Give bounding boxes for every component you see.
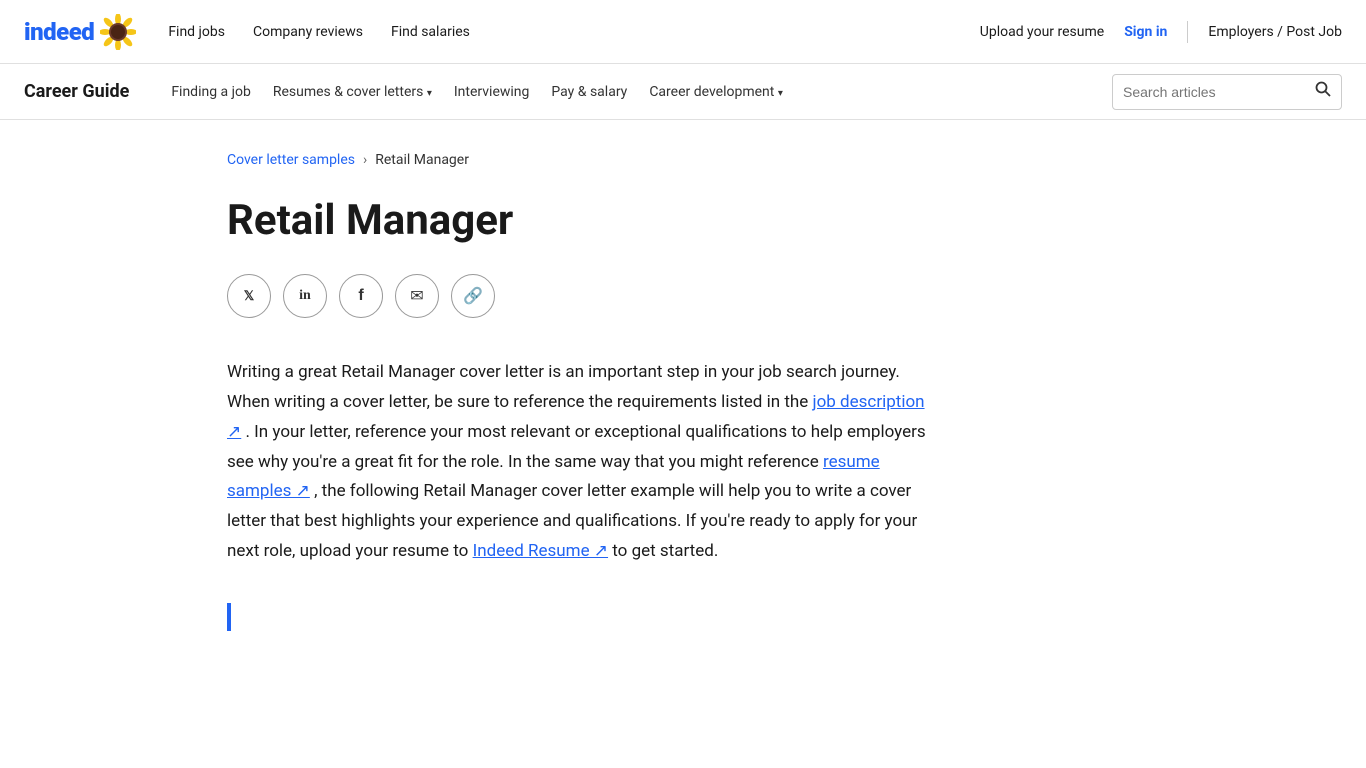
top-nav-right: Upload your resume Sign in Employers / P…	[980, 21, 1342, 43]
search-input[interactable]	[1123, 84, 1309, 100]
twitter-icon: 𝕏	[244, 288, 254, 304]
indeed-resume-link[interactable]: Indeed Resume ↗	[473, 541, 608, 561]
facebook-share-button[interactable]: f	[339, 274, 383, 318]
body-text-2: . In your letter, reference your most re…	[227, 422, 926, 472]
body-text-1: Writing a great Retail Manager cover let…	[227, 362, 900, 412]
resumes-dropdown-arrow: ▾	[427, 88, 432, 99]
copy-link-button[interactable]: 🔗	[451, 274, 495, 318]
search-box-wrapper	[1112, 74, 1342, 110]
link-icon: 🔗	[463, 286, 483, 306]
indeed-wordmark: indeed	[24, 18, 94, 46]
interviewing-link[interactable]: Interviewing	[444, 78, 540, 106]
nav-divider	[1187, 21, 1188, 43]
breadcrumb-parent-link[interactable]: Cover letter samples	[227, 152, 355, 168]
employers-link[interactable]: Employers / Post Job	[1208, 24, 1342, 40]
company-reviews-link[interactable]: Company reviews	[253, 24, 363, 40]
breadcrumb: Cover letter samples › Retail Manager	[227, 152, 1139, 168]
breadcrumb-current: Retail Manager	[375, 152, 469, 168]
section-heading-hint	[227, 603, 1139, 631]
logo-area: indeed	[24, 14, 136, 50]
article-title: Retail Manager	[227, 196, 1139, 246]
secondary-nav: Career Guide Finding a job Resumes & cov…	[0, 64, 1366, 120]
email-share-button[interactable]: ✉	[395, 274, 439, 318]
facebook-icon: f	[358, 287, 363, 305]
article-paragraph-1: Writing a great Retail Manager cover let…	[227, 358, 927, 566]
indeed-logo-link[interactable]: indeed	[24, 18, 94, 46]
career-guide-title: Career Guide	[24, 81, 129, 102]
body-text-4: to get started.	[612, 541, 718, 561]
finding-job-link[interactable]: Finding a job	[161, 78, 261, 106]
pay-salary-link[interactable]: Pay & salary	[541, 78, 637, 106]
search-submit-button[interactable]	[1309, 81, 1331, 102]
career-dev-dropdown-arrow: ▾	[778, 88, 783, 99]
upload-resume-link[interactable]: Upload your resume	[980, 24, 1104, 40]
article-body: Writing a great Retail Manager cover let…	[227, 358, 927, 566]
secondary-nav-links: Finding a job Resumes & cover letters ▾ …	[161, 78, 1112, 106]
linkedin-share-button[interactable]: in	[283, 274, 327, 318]
breadcrumb-separator: ›	[363, 152, 367, 168]
top-nav-links: Find jobs Company reviews Find salaries	[168, 24, 979, 40]
main-content: Cover letter samples › Retail Manager Re…	[203, 120, 1163, 691]
find-salaries-link[interactable]: Find salaries	[391, 24, 470, 40]
find-jobs-link[interactable]: Find jobs	[168, 24, 225, 40]
social-share: 𝕏 in f ✉ 🔗	[227, 274, 1139, 318]
resumes-link[interactable]: Resumes & cover letters ▾	[263, 78, 442, 106]
career-dev-link[interactable]: Career development ▾	[639, 78, 793, 106]
email-icon: ✉	[410, 286, 423, 306]
linkedin-icon: in	[299, 288, 311, 304]
twitter-share-button[interactable]: 𝕏	[227, 274, 271, 318]
sunflower-icon	[100, 14, 136, 50]
search-icon	[1315, 81, 1331, 97]
sign-in-link[interactable]: Sign in	[1124, 24, 1167, 40]
top-nav: indeed Find jobs Company reviews Find sa…	[0, 0, 1366, 64]
